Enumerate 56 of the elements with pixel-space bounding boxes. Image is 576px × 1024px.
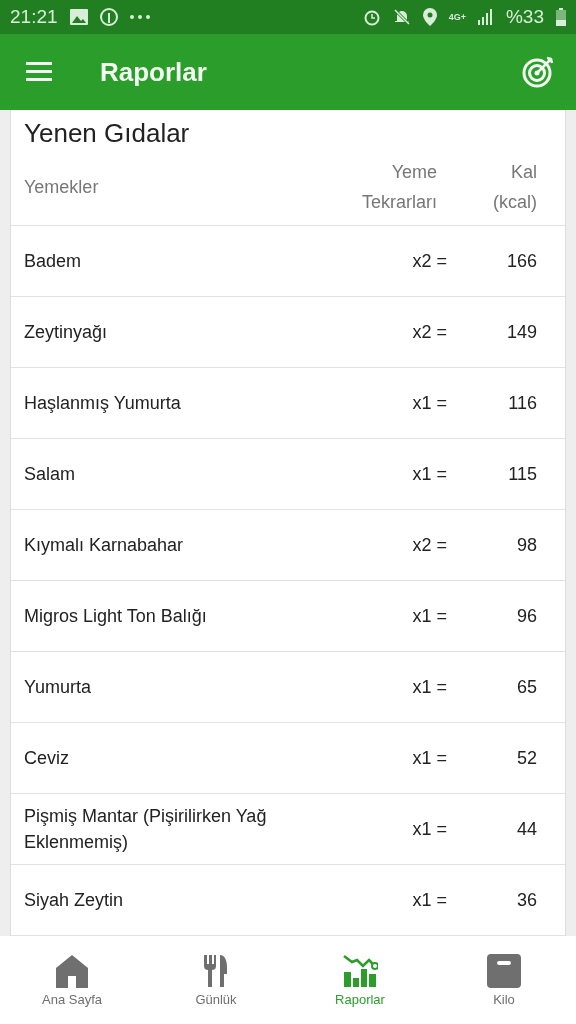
- column-header: Yemekler: [24, 176, 100, 199]
- calorie-value: 96: [515, 605, 537, 628]
- pinterest-icon: [99, 8, 118, 26]
- calorie-value: 36: [515, 889, 537, 912]
- calorie-value: 52: [515, 747, 537, 770]
- calorie-value: 65: [515, 676, 537, 699]
- serving-count: x1 =: [411, 889, 447, 912]
- food-name: Zeytinyağı: [24, 321, 109, 344]
- food-name: Salam: [24, 463, 77, 486]
- calorie-value: 149: [505, 321, 537, 344]
- page-title: Raporlar: [100, 56, 208, 88]
- calorie-value: 98: [515, 534, 537, 557]
- serving-count: x1 =: [411, 676, 447, 699]
- fork-knife-icon: [203, 953, 229, 988]
- column-header: Yeme Tekrarları: [361, 161, 437, 214]
- food-name: Kıymalı Karnabahar: [24, 534, 185, 557]
- food-name: Yumurta: [24, 676, 93, 699]
- food-name: Migros Light Ton Balığı: [24, 605, 208, 628]
- food-name: Ceviz: [24, 747, 70, 770]
- battery-percent: %33: [505, 6, 544, 28]
- food-name: Siyah Zeytin: [24, 889, 125, 912]
- nav-tab[interactable]: Raporlar: [288, 936, 432, 1024]
- food-name: Badem: [24, 250, 83, 273]
- menu-icon[interactable]: [26, 62, 52, 82]
- serving-count: x2 =: [411, 250, 447, 273]
- home-icon: [54, 953, 90, 988]
- calorie-value: 116: [507, 392, 537, 415]
- signal-icon: [477, 9, 494, 25]
- image-icon: [69, 9, 88, 25]
- mute-icon: [392, 8, 411, 26]
- target-icon[interactable]: [522, 56, 554, 88]
- serving-count: x1 =: [411, 818, 447, 841]
- serving-count: x1 =: [411, 392, 447, 415]
- calorie-value: 115: [507, 463, 537, 486]
- serving-count: x2 =: [411, 321, 447, 344]
- more-icon: [129, 15, 150, 19]
- location-icon: [422, 8, 437, 26]
- status-time: 21:21: [10, 6, 58, 28]
- food-name: Pişmiş Mantar (Pişirilirken Yağ Eklenmemiş): [24, 805, 268, 854]
- nav-tab[interactable]: Kilo: [432, 936, 576, 1024]
- serving-count: x2 =: [411, 534, 447, 557]
- chart-icon: [342, 953, 378, 988]
- nav-tab[interactable]: Ana Sayfa: [0, 936, 144, 1024]
- alarm-icon: [362, 8, 381, 26]
- nav-tab[interactable]: Günlük: [144, 936, 288, 1024]
- calorie-value: 166: [505, 250, 537, 273]
- column-header: Kal (kcal): [492, 161, 537, 214]
- serving-count: x1 =: [411, 605, 447, 628]
- food-name: Haşlanmış Yumurta: [24, 392, 182, 415]
- network-type: 4G+: [448, 12, 466, 22]
- scale-icon: [487, 953, 521, 988]
- serving-count: x1 =: [411, 747, 447, 770]
- card-title: Yenen Gıdalar: [23, 117, 191, 149]
- calorie-value: 44: [515, 818, 537, 841]
- serving-count: x1 =: [411, 463, 447, 486]
- battery-icon: [556, 8, 566, 26]
